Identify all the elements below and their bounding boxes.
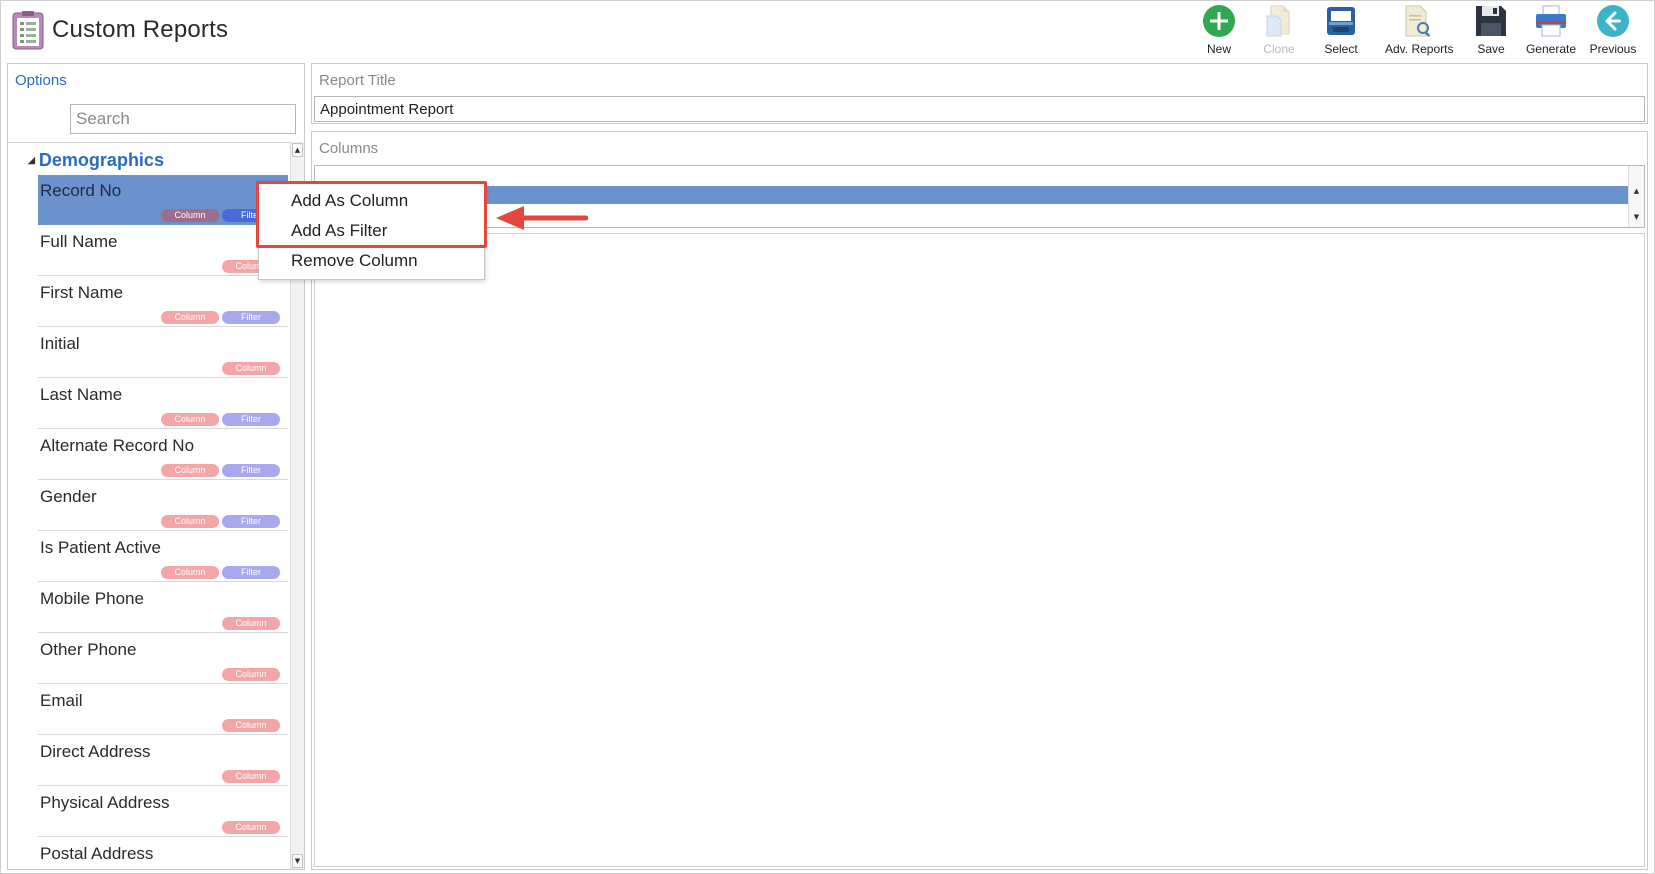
context-menu: Add As Column Add As Filter Remove Colum… — [258, 183, 485, 280]
document-search-icon — [1405, 5, 1431, 37]
field-row[interactable]: Email Column — [38, 685, 288, 735]
column-tag[interactable]: Column — [161, 209, 219, 222]
adv-reports-button[interactable]: Adv. Reports — [1385, 4, 1453, 58]
report-list-icon — [12, 11, 44, 50]
field-row[interactable]: Is Patient Active Filter Column — [38, 532, 288, 582]
previous-button[interactable]: Previous — [1581, 4, 1645, 58]
field-name: Is Patient Active — [40, 538, 161, 557]
page-title: Custom Reports — [52, 16, 229, 43]
search-input[interactable] — [71, 105, 295, 133]
column-tag[interactable]: Column — [161, 566, 219, 579]
field-name: Alternate Record No — [40, 436, 195, 455]
columns-workspace — [314, 233, 1645, 867]
plus-circle-icon — [1203, 5, 1235, 37]
field-tree: ◢ Demographics Record No Filter Column Full … — [8, 144, 290, 869]
new-button[interactable]: New — [1187, 4, 1251, 58]
field-name: Record No — [40, 181, 122, 200]
scroll-up-icon[interactable]: ▲ — [292, 143, 303, 157]
columns-scrollbar[interactable]: ▲ ▼ — [1628, 166, 1644, 227]
column-tag[interactable]: Column — [222, 668, 280, 681]
column-tag[interactable]: Column — [161, 413, 219, 426]
filter-tag[interactable]: Filter — [222, 515, 280, 528]
clone-document-icon — [1266, 5, 1290, 37]
field-name: Email — [40, 691, 83, 710]
field-row[interactable]: Postal AddressColumn — [38, 838, 288, 869]
field-name: Other Phone — [40, 640, 137, 659]
arrow-left-circle-icon — [1597, 5, 1629, 37]
toolbar: New Clone Select Adv. Reports Save Gener… — [1187, 4, 1647, 56]
field-row[interactable]: Direct Address Column — [38, 736, 288, 786]
menu-item-add-as-filter[interactable]: Add As Filter — [259, 216, 484, 246]
options-label: Options — [15, 72, 67, 89]
field-name: Direct Address — [40, 742, 151, 761]
column-tag[interactable]: Column — [161, 311, 219, 324]
save-button[interactable]: Save — [1459, 4, 1523, 58]
field-row[interactable]: Last Name Filter Column — [38, 379, 288, 429]
field-row[interactable]: Record No Filter Column — [38, 175, 288, 225]
column-tag[interactable]: Column — [161, 515, 219, 528]
field-row[interactable]: Gender Filter Column — [38, 481, 288, 531]
field-row[interactable]: Alternate Record No Filter Column — [38, 430, 288, 480]
column-tag[interactable]: Column — [222, 719, 280, 732]
field-name: Initial — [40, 334, 80, 353]
scroll-down-icon[interactable]: ▼ — [292, 854, 303, 868]
report-title-panel: Report Title — [311, 63, 1648, 124]
field-row[interactable]: Initial Column — [38, 328, 288, 378]
clone-button[interactable]: Clone — [1247, 4, 1311, 58]
field-row[interactable]: Mobile Phone Column — [38, 583, 288, 633]
group-label: Demographics — [38, 150, 164, 170]
divider — [8, 142, 304, 143]
field-row[interactable]: Physical Address Column — [38, 787, 288, 837]
column-tag[interactable]: Column — [222, 770, 280, 783]
scroll-up-icon[interactable]: ▲ — [1631, 185, 1642, 198]
columns-panel: Columns ▲ ▼ — [311, 131, 1648, 870]
filter-tag[interactable]: Filter — [222, 566, 280, 579]
columns-list[interactable]: ▲ ▼ — [314, 165, 1645, 228]
inbox-tray-icon — [1327, 7, 1355, 35]
columns-list-selected-row[interactable] — [315, 186, 1629, 204]
field-name: First Name — [40, 283, 124, 302]
printer-icon — [1536, 5, 1566, 37]
report-title-input[interactable] — [314, 96, 1645, 122]
select-button[interactable]: Select — [1309, 4, 1373, 58]
menu-item-remove-column[interactable]: Remove Column — [259, 246, 484, 276]
field-name: Mobile Phone — [40, 589, 144, 608]
generate-button[interactable]: Generate — [1519, 4, 1583, 58]
scroll-down-icon[interactable]: ▼ — [1631, 211, 1642, 224]
filter-tag[interactable]: Filter — [222, 413, 280, 426]
filter-tag[interactable]: Filter — [222, 311, 280, 324]
column-tag[interactable]: Column — [222, 617, 280, 630]
column-tag[interactable]: Column — [222, 821, 280, 834]
field-name: Physical Address — [40, 793, 170, 812]
columns-label: Columns — [319, 140, 379, 157]
floppy-disk-icon — [1476, 6, 1506, 36]
field-name: Postal Address — [40, 844, 154, 863]
collapse-triangle-icon[interactable]: ◢ — [28, 155, 35, 166]
field-name: Full Name — [40, 232, 118, 251]
field-row[interactable]: Full Name Column — [38, 226, 288, 276]
field-name: Gender — [40, 487, 97, 506]
column-tag[interactable]: Column — [161, 464, 219, 477]
tree-group-demographics[interactable]: ◢ Demographics — [28, 150, 164, 171]
column-tag[interactable]: Column — [222, 362, 280, 375]
search-box — [70, 104, 296, 134]
field-row[interactable]: First Name Filter Column — [38, 277, 288, 327]
field-row[interactable]: Other Phone Column — [38, 634, 288, 684]
field-name: Last Name — [40, 385, 123, 404]
report-title-label: Report Title — [319, 72, 396, 89]
filter-tag[interactable]: Filter — [222, 464, 280, 477]
menu-item-add-as-column[interactable]: Add As Column — [259, 186, 484, 216]
